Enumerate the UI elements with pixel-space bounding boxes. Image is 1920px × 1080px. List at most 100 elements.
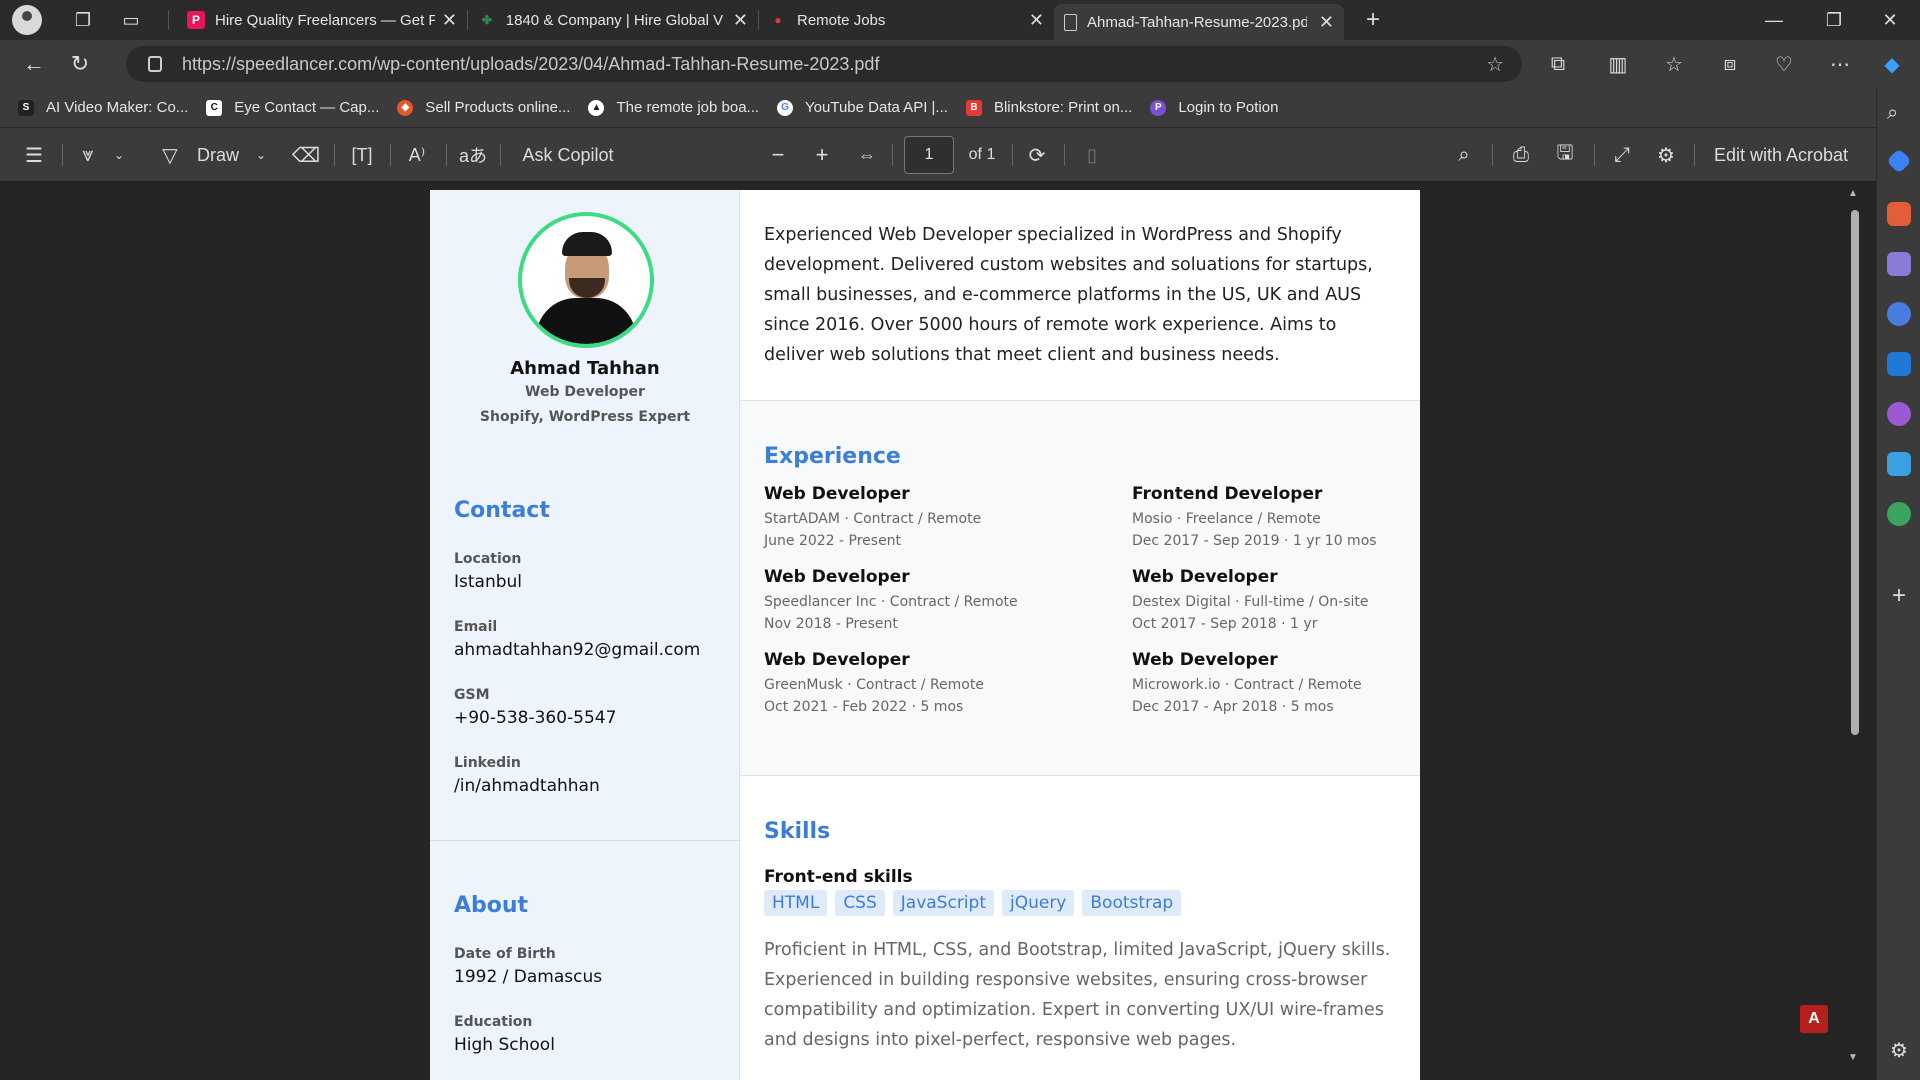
profile-avatar[interactable] bbox=[12, 5, 42, 35]
copilot-icon[interactable]: ◆ bbox=[1872, 44, 1912, 84]
fullscreen-icon[interactable]: ⤢ bbox=[1608, 128, 1636, 182]
contact-heading: Contact bbox=[454, 498, 550, 523]
close-icon[interactable]: ✕ bbox=[442, 10, 457, 31]
close-icon[interactable]: ✕ bbox=[1029, 10, 1044, 31]
profile-photo bbox=[518, 212, 654, 348]
acrobat-icon[interactable]: A bbox=[1800, 1005, 1828, 1033]
add-icon[interactable]: + bbox=[1887, 582, 1911, 609]
read-aloud-icon[interactable]: A⁾ bbox=[402, 128, 432, 182]
close-icon[interactable]: ✕ bbox=[733, 10, 748, 31]
zoom-out-icon[interactable]: − bbox=[764, 128, 792, 182]
job-dates: Oct 2021 - Feb 2022 · 5 mos bbox=[764, 699, 964, 715]
settings-icon[interactable]: ⚙ bbox=[1652, 128, 1680, 182]
tab-resume-pdf[interactable]: Ahmad-Tahhan-Resume-2023.pd ✕ bbox=[1054, 4, 1344, 40]
tools-icon[interactable] bbox=[1887, 202, 1911, 226]
text-box-icon[interactable]: [T] bbox=[348, 128, 376, 182]
chevron-down-icon[interactable]: ⌄ bbox=[252, 128, 270, 182]
save-icon[interactable]: 🖫 bbox=[1550, 128, 1580, 182]
draw-icon[interactable]: ▽ bbox=[156, 128, 184, 182]
title-bar: ❐ ▭ P Hire Quality Freelancers — Get F ✕… bbox=[0, 0, 1920, 40]
collections-icon[interactable]: ⧈ bbox=[1710, 44, 1750, 84]
designer-icon[interactable] bbox=[1887, 402, 1911, 426]
highlight-icon[interactable]: ⩔ bbox=[74, 128, 102, 182]
outlook-icon[interactable] bbox=[1887, 352, 1911, 376]
tab-1840-company[interactable]: ✤ 1840 & Company | Hire Global V ✕ bbox=[468, 0, 758, 40]
job-dates: Dec 2017 - Apr 2018 · 5 mos bbox=[1132, 699, 1334, 715]
bookmark-eye-contact[interactable]: C Eye Contact — Cap... bbox=[206, 99, 379, 116]
shopping-icon[interactable] bbox=[1886, 148, 1912, 174]
favorites-icon[interactable]: ☆ bbox=[1654, 44, 1694, 84]
skill-tag: HTML bbox=[764, 890, 828, 916]
back-icon[interactable]: ← bbox=[14, 44, 54, 84]
scroll-up-icon[interactable]: ▲ bbox=[1848, 188, 1858, 199]
eraser-icon[interactable]: ⌫ bbox=[292, 128, 320, 182]
draw-button[interactable]: Draw bbox=[194, 128, 242, 182]
url-field[interactable]: https://speedlancer.com/wp-content/uploa… bbox=[126, 46, 1522, 82]
browser-essentials-icon[interactable]: ♡ bbox=[1764, 44, 1804, 84]
job-title: Frontend Developer bbox=[1132, 484, 1323, 504]
bookmark-ai-video-maker[interactable]: S AI Video Maker: Co... bbox=[18, 99, 188, 116]
edit-with-acrobat-button[interactable]: Edit with Acrobat bbox=[1708, 128, 1854, 182]
settings-icon[interactable]: ⚙ bbox=[1887, 1038, 1911, 1062]
print-icon[interactable]: ⎙ bbox=[1506, 128, 1536, 182]
about-heading: About bbox=[454, 893, 529, 918]
scroll-thumb[interactable] bbox=[1851, 210, 1859, 735]
bookmark-label: The remote job boa... bbox=[616, 99, 760, 116]
tab-label: Ahmad-Tahhan-Resume-2023.pd bbox=[1087, 13, 1307, 31]
minimize-icon[interactable]: — bbox=[1744, 0, 1804, 40]
microsoft-365-icon[interactable] bbox=[1887, 302, 1911, 326]
skill-tags: HTML CSS JavaScript jQuery Bootstrap bbox=[764, 890, 1182, 916]
favorite-star-icon[interactable]: ☆ bbox=[1486, 52, 1504, 77]
skills-description: Proficient in HTML, CSS, and Bootstrap, … bbox=[764, 940, 1391, 1050]
bookmark-youtube-data-api[interactable]: G YouTube Data API |... bbox=[777, 99, 948, 116]
email-label: Email bbox=[454, 619, 498, 635]
edge-sidebar: ⌕ + ⚙ bbox=[1876, 88, 1920, 1080]
job-dates: Dec 2017 - Sep 2019 · 1 yr 10 mos bbox=[1132, 533, 1377, 549]
rotate-icon[interactable]: ⟳ bbox=[1022, 128, 1052, 182]
split-screen-icon[interactable]: ▥ bbox=[1598, 44, 1638, 84]
search-icon[interactable]: ⌕ bbox=[1887, 102, 1911, 126]
bookmark-potion[interactable]: P Login to Potion bbox=[1150, 99, 1278, 116]
tree-icon[interactable] bbox=[1887, 502, 1911, 526]
bookmark-sell-products[interactable]: ◆ Sell Products online... bbox=[397, 99, 570, 116]
tab-remote-jobs[interactable]: ● Remote Jobs ✕ bbox=[759, 0, 1054, 40]
resume-subtitle: Shopify, WordPress Expert bbox=[479, 409, 691, 425]
remote-icon: ▲ bbox=[588, 99, 605, 116]
new-tab-icon[interactable]: + bbox=[1358, 5, 1388, 35]
ask-copilot-button[interactable]: Ask Copilot bbox=[518, 128, 618, 182]
extensions-icon[interactable]: ⧉ bbox=[1538, 44, 1578, 84]
tab-label: Hire Quality Freelancers — Get F bbox=[215, 11, 435, 29]
page-number-input[interactable]: 1 bbox=[904, 136, 954, 174]
scroll-down-icon[interactable]: ▼ bbox=[1848, 1052, 1858, 1063]
contents-icon[interactable]: ☰ bbox=[20, 128, 48, 182]
job-dates: June 2022 - Present bbox=[764, 533, 902, 549]
bookmark-blinkstore[interactable]: B Blinkstore: Print on... bbox=[965, 99, 1132, 116]
translate-icon[interactable]: aあ bbox=[458, 128, 488, 182]
divider bbox=[740, 775, 1420, 776]
window-close-icon[interactable]: ✕ bbox=[1860, 0, 1920, 40]
send-icon[interactable] bbox=[1887, 452, 1911, 476]
tab-actions-icon[interactable]: ▭ bbox=[116, 5, 146, 35]
fit-page-icon[interactable]: ⇔ bbox=[852, 128, 882, 182]
page-view-icon[interactable]: ▯ bbox=[1078, 128, 1106, 182]
job-dates: Nov 2018 - Present bbox=[764, 616, 898, 632]
tab-freelancers[interactable]: P Hire Quality Freelancers — Get F ✕ bbox=[177, 0, 467, 40]
more-menu-icon[interactable]: ⋯ bbox=[1820, 44, 1860, 84]
experience-item: Web Developer StartADAM · Contract / Rem… bbox=[764, 484, 1084, 549]
dob-value: 1992 / Damascus bbox=[454, 967, 603, 987]
close-icon[interactable]: ✕ bbox=[1319, 12, 1334, 33]
frontend-skills-heading: Front-end skills bbox=[764, 867, 913, 887]
bookmark-remote-job-board[interactable]: ▲ The remote job boa... bbox=[588, 99, 759, 116]
search-icon[interactable]: ⌕ bbox=[1450, 128, 1478, 182]
games-icon[interactable] bbox=[1887, 252, 1911, 276]
workspaces-icon[interactable]: ❐ bbox=[68, 5, 98, 35]
job-company: Destex Digital · Full-time / On-site bbox=[1132, 594, 1369, 610]
job-title: Web Developer bbox=[1132, 650, 1278, 670]
job-dates: Oct 2017 - Sep 2018 · 1 yr bbox=[1132, 616, 1318, 632]
resume-name: Ahmad Tahhan bbox=[510, 358, 660, 379]
refresh-icon[interactable]: ↻ bbox=[60, 44, 100, 84]
chevron-down-icon[interactable]: ⌄ bbox=[110, 128, 128, 182]
resume-title: Web Developer bbox=[525, 384, 645, 400]
restore-icon[interactable]: ❐ bbox=[1804, 0, 1864, 40]
zoom-in-icon[interactable]: + bbox=[808, 128, 836, 182]
